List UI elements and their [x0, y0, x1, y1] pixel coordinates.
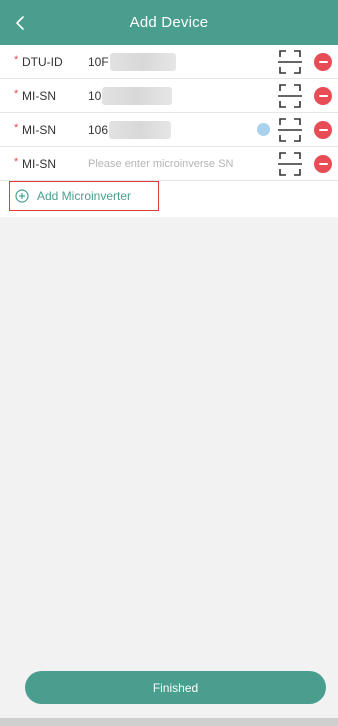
scan-icon[interactable] — [278, 117, 302, 143]
scan-icon[interactable] — [278, 49, 302, 75]
minus-icon — [318, 129, 328, 131]
redacted-value — [102, 87, 173, 105]
minus-icon — [318, 95, 328, 97]
remove-row-button[interactable] — [314, 121, 332, 139]
dtu-id-field[interactable]: 10F — [88, 45, 248, 79]
mi-sn-placeholder: Please enter microinverse SN — [88, 158, 234, 170]
minus-icon — [318, 163, 328, 165]
mi-sn-field[interactable]: 10 — [88, 79, 248, 113]
redacted-value — [109, 121, 172, 139]
redacted-value — [109, 53, 176, 71]
bottom-bar — [0, 718, 338, 726]
mi-sn-row: * MI-SN Please enter microinverse SN — [0, 147, 338, 181]
required-asterisk: * — [14, 54, 19, 66]
mi-sn-label: MI-SN — [22, 157, 56, 171]
remove-row-button[interactable] — [314, 87, 332, 105]
dtu-id-value: 10F — [88, 55, 109, 69]
scan-icon[interactable] — [278, 83, 302, 109]
app-header: Add Device — [0, 0, 338, 45]
required-asterisk: * — [14, 122, 19, 134]
add-microinverter-button[interactable]: Add Microinverter — [9, 181, 159, 211]
required-asterisk: * — [14, 156, 19, 168]
mi-sn-value: 10 — [88, 89, 102, 103]
page-title: Add Device — [129, 14, 209, 31]
mi-sn-row: * MI-SN 10 — [0, 79, 338, 113]
remove-row-button[interactable] — [314, 155, 332, 173]
plus-circle-icon — [15, 189, 29, 203]
remove-row-button[interactable] — [314, 53, 332, 71]
mi-sn-field[interactable]: 106 — [88, 113, 248, 147]
chevron-left-icon — [16, 16, 24, 30]
finished-label: Finished — [152, 680, 199, 695]
dtu-id-row: * DTU-ID 10F — [0, 45, 338, 79]
mi-sn-label: MI-SN — [22, 123, 56, 137]
clear-input-icon[interactable] — [257, 123, 270, 136]
mi-sn-label: MI-SN — [22, 89, 56, 103]
mi-sn-value: 106 — [88, 123, 109, 137]
scan-icon[interactable] — [278, 151, 302, 177]
device-form: * DTU-ID 10F * MI-SN 10 * MI-SN 106 * MI… — [0, 45, 338, 217]
back-button[interactable] — [6, 8, 36, 38]
mi-sn-row: * MI-SN 106 — [0, 113, 338, 147]
add-microinverter-label: Add Microinverter — [37, 189, 132, 203]
dtu-id-label: DTU-ID — [22, 55, 63, 69]
add-section: Add Microinverter — [0, 181, 338, 217]
finished-button[interactable]: Finished — [25, 671, 326, 704]
minus-icon — [318, 61, 328, 63]
required-asterisk: * — [14, 88, 19, 100]
mi-sn-input[interactable]: Please enter microinverse SN — [88, 147, 248, 181]
